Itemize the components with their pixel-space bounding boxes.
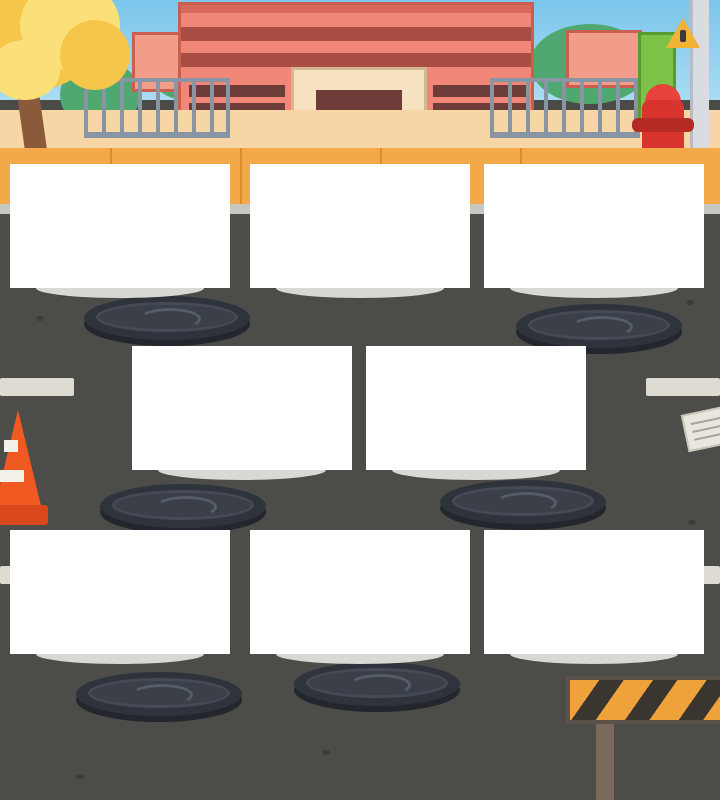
card-slot[interactable] — [10, 530, 230, 664]
blank-card[interactable] — [366, 346, 586, 470]
card-slot[interactable] — [250, 530, 470, 664]
manhole-cover-icon — [440, 480, 606, 524]
blank-card[interactable] — [250, 530, 470, 654]
road-barrier-icon — [566, 676, 720, 724]
blank-card[interactable] — [484, 164, 704, 288]
lane-marking — [0, 378, 74, 396]
traffic-cone-icon — [0, 410, 42, 510]
blank-card[interactable] — [132, 346, 352, 470]
card-slot[interactable] — [484, 530, 704, 664]
blank-card[interactable] — [484, 530, 704, 654]
card-slot[interactable] — [484, 164, 704, 298]
card-slot[interactable] — [10, 164, 230, 298]
school-building-icon — [178, 2, 534, 123]
game-scene — [0, 0, 720, 800]
card-slot[interactable] — [250, 164, 470, 298]
manhole-cover-icon — [84, 296, 250, 340]
manhole-cover-icon — [100, 484, 266, 528]
manhole-cover-icon — [294, 662, 460, 706]
card-slot[interactable] — [366, 346, 586, 480]
blank-card[interactable] — [10, 164, 230, 288]
lane-marking — [646, 378, 720, 396]
fence-icon — [490, 78, 640, 138]
manhole-cover-icon — [516, 304, 682, 348]
card-slot[interactable] — [132, 346, 352, 480]
blank-card[interactable] — [10, 530, 230, 654]
blank-card[interactable] — [250, 164, 470, 288]
manhole-cover-icon — [76, 672, 242, 716]
barrier-post — [596, 720, 614, 800]
